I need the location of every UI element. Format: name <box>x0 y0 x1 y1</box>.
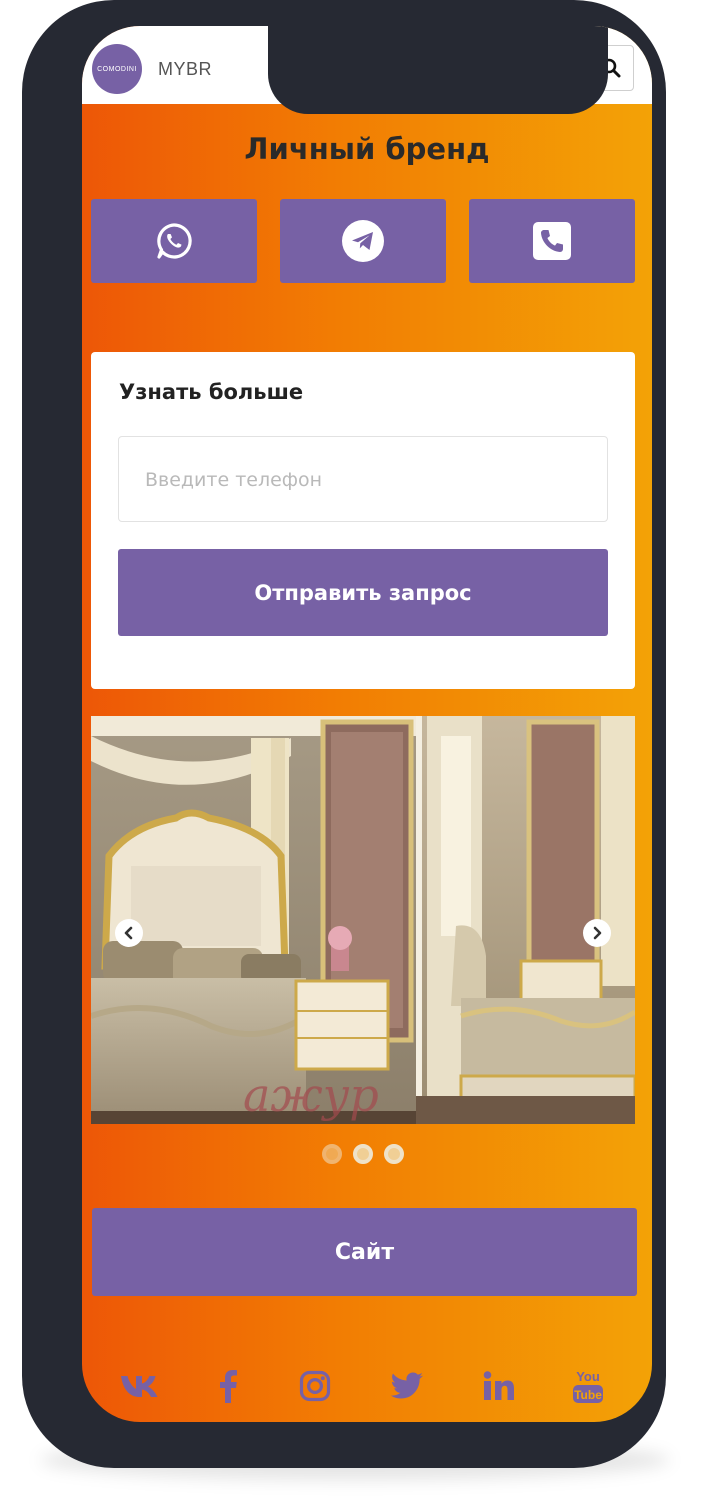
youtube-link[interactable]: You Tube <box>568 1364 608 1408</box>
site-button[interactable]: Сайт <box>92 1208 637 1296</box>
instagram-link[interactable] <box>295 1364 335 1408</box>
phone-frame: COMODINI MYBR к Личный бренд <box>22 0 666 1468</box>
youtube-icon: You Tube <box>573 1369 603 1403</box>
slider-pagination <box>82 1144 652 1164</box>
phone-notch <box>268 26 608 114</box>
phone-screen: COMODINI MYBR к Личный бренд <box>82 26 652 1422</box>
telegram-icon <box>342 220 384 262</box>
linkedin-icon <box>483 1371 514 1400</box>
slider-next-button[interactable] <box>583 919 611 947</box>
linkedin-link[interactable] <box>479 1364 519 1408</box>
pagination-dot[interactable] <box>384 1144 404 1164</box>
instagram-icon <box>299 1370 331 1402</box>
brand-name: MYBR <box>158 59 213 79</box>
phone-input[interactable]: Введите телефон <box>118 436 608 522</box>
phone-icon <box>533 222 571 260</box>
submit-request-button[interactable]: Отправить запрос <box>118 549 608 636</box>
lead-form-card: Узнать больше Введите телефон Отправить … <box>91 352 635 689</box>
svg-text:You: You <box>576 1369 600 1384</box>
twitter-icon <box>390 1372 423 1399</box>
call-button[interactable] <box>469 199 635 283</box>
whatsapp-icon <box>157 223 192 259</box>
chevron-left-icon <box>124 926 133 940</box>
form-title: Узнать больше <box>119 380 304 404</box>
facebook-icon <box>220 1370 237 1403</box>
facebook-link[interactable] <box>208 1364 248 1408</box>
image-slider[interactable]: ажур <box>91 716 635 1124</box>
vk-icon <box>121 1376 158 1397</box>
pagination-dot[interactable] <box>322 1144 342 1164</box>
bedroom-photo: ажур <box>91 716 635 1124</box>
chevron-right-icon <box>593 926 602 940</box>
telegram-button[interactable] <box>280 199 446 283</box>
logo-text: COMODINI <box>97 65 137 73</box>
brand-logo[interactable]: COMODINI <box>92 44 142 94</box>
page-title: Личный бренд <box>244 132 490 166</box>
svg-text:ажур: ажур <box>243 1068 379 1122</box>
slider-prev-button[interactable] <box>115 919 143 947</box>
pagination-dot[interactable] <box>353 1144 373 1164</box>
twitter-link[interactable] <box>387 1364 427 1408</box>
svg-text:Tube: Tube <box>574 1388 602 1402</box>
vk-link[interactable] <box>120 1364 160 1408</box>
whatsapp-button[interactable] <box>91 199 257 283</box>
